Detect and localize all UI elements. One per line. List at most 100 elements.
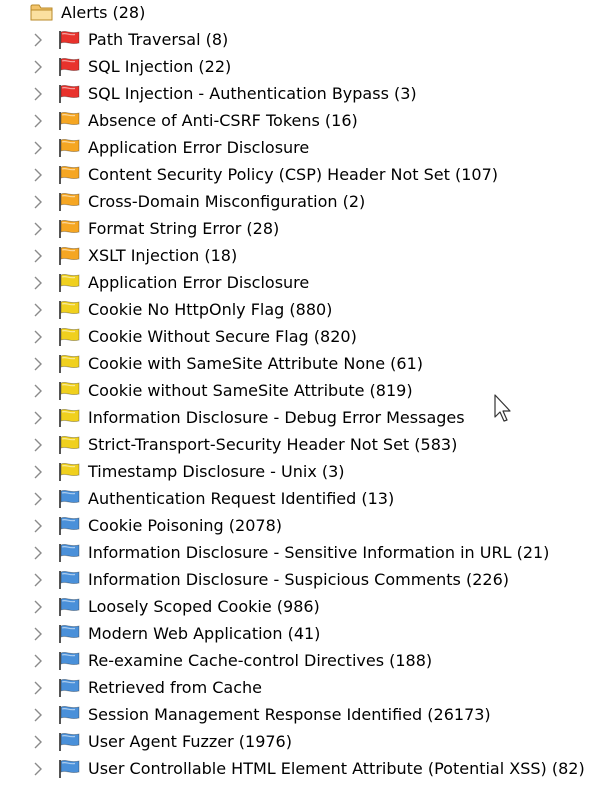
alert-tree-node[interactable]: Format String Error (28) [0, 216, 597, 243]
alert-label: Information Disclosure - Sensitive Infor… [88, 543, 550, 562]
alert-tree-node[interactable]: Application Error Disclosure [0, 270, 597, 297]
chevron-right-icon[interactable] [32, 249, 44, 263]
alert-tree-node[interactable]: Timestamp Disclosure - Unix (3) [0, 459, 597, 486]
alert-tree-node[interactable]: Cookie with SameSite Attribute None (61) [0, 351, 597, 378]
alert-tree-node[interactable]: Retrieved from Cache [0, 675, 597, 702]
alert-tree-node[interactable]: XSLT Injection (18) [0, 243, 597, 270]
alert-label: User Controllable HTML Element Attribute… [88, 759, 585, 778]
alert-tree-node[interactable]: Re-examine Cache-control Directives (188… [0, 648, 597, 675]
high-risk-flag-icon [59, 58, 80, 76]
alert-label: Re-examine Cache-control Directives (188… [88, 651, 433, 670]
chevron-right-icon[interactable] [32, 87, 44, 101]
alert-label: Application Error Disclosure [88, 273, 310, 292]
chevron-right-icon[interactable] [32, 195, 44, 209]
low-risk-flag-icon [59, 382, 80, 400]
alert-tree-node[interactable]: User Agent Fuzzer (1976) [0, 729, 597, 756]
alert-label: SQL Injection (22) [88, 57, 232, 76]
alert-tree-node[interactable]: Session Management Response Identified (… [0, 702, 597, 729]
alert-tree-node[interactable]: SQL Injection - Authentication Bypass (3… [0, 81, 597, 108]
alert-tree-node[interactable]: Authentication Request Identified (13) [0, 486, 597, 513]
alert-tree-node[interactable]: SQL Injection (22) [0, 54, 597, 81]
alert-label: Cookie without SameSite Attribute (819) [88, 381, 413, 400]
chevron-right-icon[interactable] [32, 519, 44, 533]
alert-label: Content Security Policy (CSP) Header Not… [88, 165, 499, 184]
informational-risk-flag-icon [59, 706, 80, 724]
chevron-right-icon[interactable] [32, 600, 44, 614]
alert-label: Loosely Scoped Cookie (986) [88, 597, 320, 616]
alert-tree-node[interactable]: Modern Web Application (41) [0, 621, 597, 648]
alert-tree-node[interactable]: Content Security Policy (CSP) Header Not… [0, 162, 597, 189]
chevron-right-icon[interactable] [32, 492, 44, 506]
alert-label: Timestamp Disclosure - Unix (3) [88, 462, 345, 481]
alert-tree-node[interactable]: Information Disclosure - Sensitive Infor… [0, 540, 597, 567]
low-risk-flag-icon [59, 355, 80, 373]
alert-label: User Agent Fuzzer (1976) [88, 732, 292, 751]
alert-tree-node[interactable]: Loosely Scoped Cookie (986) [0, 594, 597, 621]
informational-risk-flag-icon [59, 598, 80, 616]
medium-risk-flag-icon [59, 139, 80, 157]
medium-risk-flag-icon [59, 193, 80, 211]
chevron-right-icon[interactable] [32, 546, 44, 560]
alert-tree-node[interactable]: Information Disclosure - Suspicious Comm… [0, 567, 597, 594]
alert-label: Cookie Without Secure Flag (820) [88, 327, 357, 346]
alert-label: Information Disclosure - Suspicious Comm… [88, 570, 509, 589]
alert-label: Cross-Domain Misconfiguration (2) [88, 192, 366, 211]
chevron-right-icon[interactable] [32, 465, 44, 479]
alert-label: Application Error Disclosure [88, 138, 310, 157]
chevron-right-icon[interactable] [32, 222, 44, 236]
alert-tree-node[interactable]: Cookie Poisoning (2078) [0, 513, 597, 540]
chevron-right-icon[interactable] [32, 708, 44, 722]
chevron-right-icon[interactable] [32, 33, 44, 47]
chevron-right-icon[interactable] [32, 357, 44, 371]
alert-tree-node[interactable]: Cookie No HttpOnly Flag (880) [0, 297, 597, 324]
alert-tree-node[interactable]: Path Traversal (8) [0, 27, 597, 54]
alert-label: Retrieved from Cache [88, 678, 263, 697]
alert-tree-node[interactable]: Cross-Domain Misconfiguration (2) [0, 189, 597, 216]
alert-label: Format String Error (28) [88, 219, 280, 238]
chevron-right-icon[interactable] [32, 303, 44, 317]
medium-risk-flag-icon [59, 112, 80, 130]
informational-risk-flag-icon [59, 652, 80, 670]
chevron-right-icon[interactable] [32, 681, 44, 695]
low-risk-flag-icon [59, 463, 80, 481]
chevron-right-icon[interactable] [32, 141, 44, 155]
medium-risk-flag-icon [59, 166, 80, 184]
high-risk-flag-icon [59, 31, 80, 49]
alert-label: Cookie with SameSite Attribute None (61) [88, 354, 424, 373]
informational-risk-flag-icon [59, 571, 80, 589]
informational-risk-flag-icon [59, 490, 80, 508]
low-risk-flag-icon [59, 436, 80, 454]
chevron-right-icon[interactable] [32, 762, 44, 776]
chevron-right-icon[interactable] [32, 735, 44, 749]
alert-label: Absence of Anti-CSRF Tokens (16) [88, 111, 358, 130]
chevron-right-icon[interactable] [32, 330, 44, 344]
chevron-right-icon[interactable] [32, 438, 44, 452]
alert-tree-node[interactable]: User Controllable HTML Element Attribute… [0, 756, 597, 783]
chevron-right-icon[interactable] [32, 60, 44, 74]
alert-label: Session Management Response Identified (… [88, 705, 491, 724]
chevron-right-icon[interactable] [32, 276, 44, 290]
alert-label: Information Disclosure - Debug Error Mes… [88, 408, 465, 427]
chevron-right-icon[interactable] [32, 168, 44, 182]
chevron-right-icon[interactable] [32, 384, 44, 398]
medium-risk-flag-icon [59, 247, 80, 265]
low-risk-flag-icon [59, 301, 80, 319]
chevron-right-icon[interactable] [32, 114, 44, 128]
alert-label: Cookie No HttpOnly Flag (880) [88, 300, 333, 319]
chevron-right-icon[interactable] [32, 627, 44, 641]
chevron-right-icon[interactable] [32, 654, 44, 668]
mouse-pointer-icon [494, 394, 511, 422]
alert-tree-node[interactable]: Application Error Disclosure [0, 135, 597, 162]
alert-label: Authentication Request Identified (13) [88, 489, 395, 508]
alerts-root-node[interactable]: Alerts (28) [0, 0, 597, 27]
alert-tree-node[interactable]: Cookie Without Secure Flag (820) [0, 324, 597, 351]
chevron-right-icon[interactable] [32, 411, 44, 425]
alert-label: SQL Injection - Authentication Bypass (3… [88, 84, 417, 103]
alert-label: Cookie Poisoning (2078) [88, 516, 282, 535]
informational-risk-flag-icon [59, 625, 80, 643]
chevron-right-icon[interactable] [32, 573, 44, 587]
folder-icon [30, 4, 53, 21]
alert-tree-node[interactable]: Absence of Anti-CSRF Tokens (16) [0, 108, 597, 135]
low-risk-flag-icon [59, 409, 80, 427]
alert-tree-node[interactable]: Strict-Transport-Security Header Not Set… [0, 432, 597, 459]
